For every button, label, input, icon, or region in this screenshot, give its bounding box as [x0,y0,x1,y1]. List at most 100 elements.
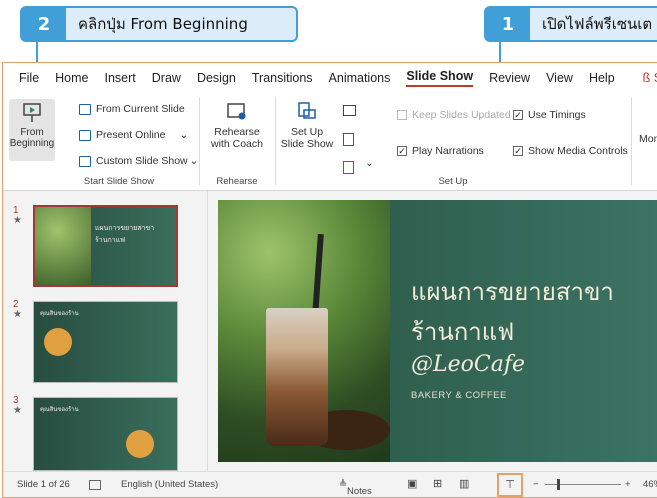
thumb-subtitle: ร้านกาแฟ [95,236,126,244]
setup-label-2: Slide Show [280,138,334,150]
transition-star-icon: ★ [13,309,22,320]
play-narrations-checkbox[interactable]: ✓ Play Narrations [397,145,484,157]
custom-slide-show-button[interactable]: Custom Slide Show ⌄ [79,155,198,167]
transition-star-icon: ★ [13,215,22,226]
callout-step-2: 2 คลิกปุ่ม From Beginning [20,6,298,42]
keep-updated-label: Keep Slides Updated [412,109,511,121]
rehearse-label-2: with Coach [211,138,263,150]
from-current-label: From Current Slide [96,103,185,115]
group-label-set-up: Set Up [438,176,468,187]
slide-handle: @LeoCafe [411,352,525,377]
main-slide-canvas[interactable]: แผนการขยายสาขา ร้านกาแฟ @LeoCafe BAKERY … [218,200,657,462]
from-beginning-label-2: Beginning [9,138,55,149]
set-up-slide-show-button[interactable]: Set Up Slide Show [279,101,335,150]
keep-slides-updated-checkbox[interactable]: Keep Slides Updated [397,109,511,121]
menu-review[interactable]: Review [489,71,530,85]
checkmark-icon: ✓ [397,146,407,156]
hide-slide-icon[interactable] [343,105,356,116]
slide-counter: Slide 1 of 26 [17,479,70,490]
slide-title-line-1: แผนการขยายสาขา [411,278,614,306]
custom-show-label: Custom Slide Show [96,155,188,167]
powerpoint-window: File Home Insert Draw Design Transitions… [2,62,657,498]
from-beginning-button[interactable]: From Beginning [9,99,55,161]
language-status[interactable]: English (United States) [121,479,218,490]
menu-design[interactable]: Design [197,71,236,85]
present-online-button[interactable]: Present Online ⌄ [79,129,188,141]
slide-thumbnail-1[interactable]: แผนการขยายสาขา ร้านกาแฟ [33,205,178,287]
ribbon: From Beginning From Current Slide Presen… [3,93,657,191]
menu-view[interactable]: View [546,71,573,85]
play-narrations-label: Play Narrations [412,145,484,157]
slide-thumbnail-3[interactable]: คุณสินของร้าน [33,397,178,471]
callout-number: 2 [22,8,66,40]
slide-title-line-2: ร้านกาแฟ [411,318,515,346]
share-button[interactable]: ß Sl [643,71,657,85]
callout-text: เปิดไฟล์พรีเซนเต [542,15,653,33]
thumb-photo [35,207,91,285]
show-media-label: Show Media Controls [528,145,628,157]
thumb-title: คุณสินของร้าน [40,310,79,317]
record-dropdown-icon[interactable] [343,161,354,174]
accessibility-icon[interactable] [89,480,101,490]
callout-text: คลิกปุ่ม From Beginning [78,15,248,33]
slide-show-view-icon[interactable]: ⊤ [497,473,523,497]
transition-star-icon: ★ [13,405,22,416]
show-media-controls-checkbox[interactable]: ✓ Show Media Controls [513,145,628,157]
chevron-down-icon[interactable]: ⌄ [365,157,374,169]
ribbon-separator [199,97,200,185]
ribbon-separator [631,97,632,185]
menu-file[interactable]: File [19,71,39,85]
group-label-rehearse: Rehearse [216,176,258,187]
thumb-title: คุณสินของร้าน [40,406,79,413]
reading-view-icon[interactable]: ▥ [459,477,469,490]
rehearse-with-coach-button[interactable]: Rehearse with Coach [207,101,267,150]
chevron-down-icon: ⌄ [179,129,189,141]
zoom-level[interactable]: 46% [643,479,657,490]
from-current-slide-button[interactable]: From Current Slide [79,103,185,115]
thumb-title: แผนการขยายสาขา [95,224,155,232]
slide-thumbnail-pane: 1 ★ แผนการขยายสาขา ร้านกาแฟ 2 ★ คุณสินขอ… [3,191,208,471]
setup-icon [298,102,316,119]
use-timings-label: Use Timings [528,109,586,121]
record-icon[interactable] [343,133,354,146]
zoom-slider-thumb[interactable] [557,479,560,490]
iced-coffee-glass [266,308,328,446]
slide-tagline: BAKERY & COFFEE [411,390,507,401]
menu-draw[interactable]: Draw [152,71,181,85]
notes-label: Notes [346,486,372,497]
slide-sorter-icon[interactable]: ⊞ [433,477,442,490]
menu-home[interactable]: Home [55,71,88,85]
menu-transitions[interactable]: Transitions [252,71,313,85]
from-beginning-label-1: From [20,127,44,138]
ribbon-separator [275,97,276,185]
menu-animations[interactable]: Animations [329,71,391,85]
checkmark-icon: ✓ [513,110,523,120]
zoom-in-button[interactable]: + [625,479,631,490]
monitor-label[interactable]: Mon [639,133,657,145]
chevron-down-icon: ⌄ [189,155,199,167]
coffee-photo [218,200,390,462]
menu-help[interactable]: Help [589,71,615,85]
rehearse-icon [227,103,246,120]
menu-insert[interactable]: Insert [105,71,136,85]
present-online-icon [79,129,91,141]
zoom-out-button[interactable]: − [533,479,539,490]
rehearse-label-1: Rehearse [214,126,260,138]
group-label-start-slide-show: Start Slide Show [83,176,155,187]
from-current-icon [79,103,91,115]
normal-view-icon[interactable]: ▣ [407,477,417,490]
from-beginning-icon [23,103,41,122]
callout-step-1: 1 เปิดไฟล์พรีเซนเต [484,6,657,42]
use-timings-checkbox[interactable]: ✓ Use Timings [513,109,586,121]
checkbox-box [397,110,407,120]
status-bar: Slide 1 of 26 English (United States) ≜ … [3,471,657,497]
notes-button[interactable]: ≜ Notes [339,479,372,497]
callout-number: 1 [486,8,530,40]
thumb-waffle-icon [44,328,72,356]
menu-bar: File Home Insert Draw Design Transitions… [3,63,657,93]
slide-thumbnail-2[interactable]: คุณสินของร้าน [33,301,178,383]
present-online-label: Present Online [96,129,166,141]
checkmark-icon: ✓ [513,146,523,156]
menu-slide-show[interactable]: Slide Show [406,69,474,87]
thumb-waffle-icon [126,430,154,458]
